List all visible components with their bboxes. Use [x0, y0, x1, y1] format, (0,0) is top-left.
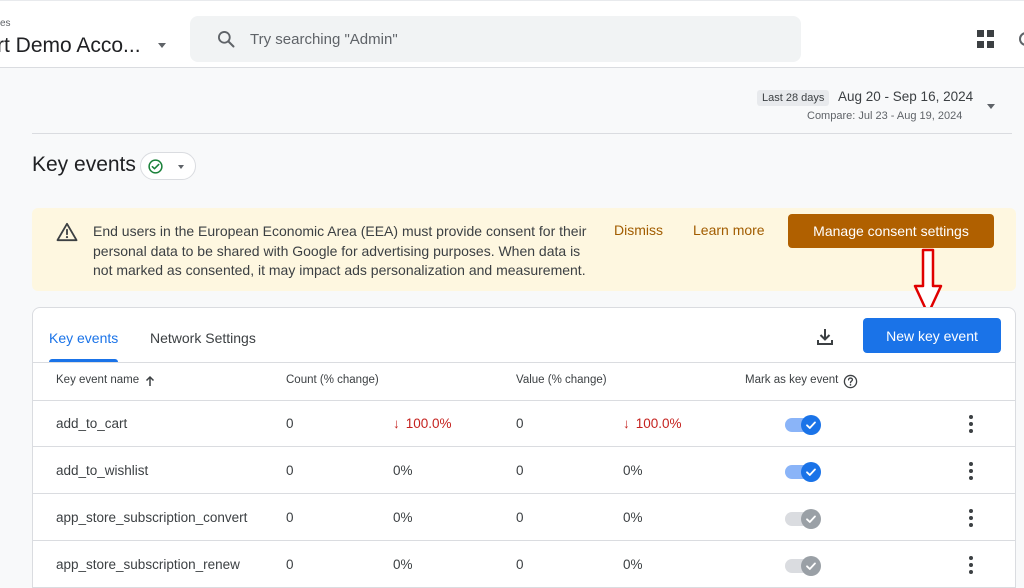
check-icon	[806, 515, 816, 523]
new-key-event-button[interactable]: New key event	[863, 318, 1001, 353]
check-icon	[806, 421, 816, 429]
count-value: 0	[286, 510, 294, 525]
search-icon	[218, 31, 235, 48]
manage-consent-button[interactable]: Manage consent settings	[788, 214, 994, 248]
column-header-name[interactable]: Key event name	[56, 374, 139, 386]
check-icon	[806, 562, 816, 570]
value-value: 0	[516, 416, 524, 431]
check-icon	[806, 468, 816, 476]
toggle-knob	[801, 509, 821, 529]
column-header-count[interactable]: Count (% change)	[286, 374, 379, 386]
count-value: 0	[286, 416, 294, 431]
value-change: 0%	[623, 463, 643, 478]
value-value: 0	[516, 463, 524, 478]
column-header-value[interactable]: Value (% change)	[516, 374, 607, 386]
arrow-down-icon: ↓	[393, 416, 400, 431]
more-vert-icon[interactable]	[969, 509, 973, 527]
status-chip[interactable]	[140, 152, 196, 180]
table-row[interactable]: add_to_wishlist 0 0% 0 0%	[33, 448, 1015, 494]
chevron-down-icon[interactable]	[158, 43, 166, 48]
mark-key-event-toggle[interactable]	[785, 556, 821, 576]
key-event-name: add_to_wishlist	[56, 463, 149, 478]
date-range-selector[interactable]: Aug 20 - Sep 16, 2024	[838, 89, 973, 104]
date-compare-text: Compare: Jul 23 - Aug 19, 2024	[807, 110, 963, 122]
table-row[interactable]: app_store_subscription_convert 0 0% 0 0%	[33, 495, 1015, 541]
toggle-knob	[801, 462, 821, 482]
tab-network-settings[interactable]: Network Settings	[150, 330, 256, 346]
mark-key-event-toggle[interactable]	[785, 415, 821, 435]
arrow-down-icon: ↓	[623, 416, 630, 431]
consent-banner: End users in the European Economic Area …	[32, 208, 1016, 291]
mark-key-event-toggle[interactable]	[785, 462, 821, 482]
more-vert-icon[interactable]	[969, 462, 973, 480]
toggle-knob	[801, 556, 821, 576]
count-change: ↓ 100.0%	[393, 416, 452, 431]
change-value: 0%	[623, 557, 643, 572]
help-icon[interactable]	[843, 374, 858, 389]
key-event-name: add_to_cart	[56, 416, 128, 431]
value-change: ↓ 100.0%	[623, 416, 682, 431]
chevron-down-icon	[178, 165, 184, 169]
change-value: 0%	[623, 463, 643, 478]
change-value: 0%	[393, 463, 413, 478]
learn-more-link[interactable]: Learn more	[693, 222, 765, 238]
account-property-label: es	[0, 18, 11, 29]
mark-key-event-toggle[interactable]	[785, 509, 821, 529]
download-icon[interactable]	[815, 327, 835, 347]
banner-message: End users in the European Economic Area …	[93, 223, 587, 278]
dismiss-link[interactable]: Dismiss	[614, 222, 663, 238]
top-bar: es rt Demo Acco...	[0, 0, 1024, 68]
key-event-name: app_store_subscription_convert	[56, 510, 248, 525]
tab-key-events[interactable]: Key events	[49, 330, 118, 346]
count-change: 0%	[393, 557, 413, 572]
search-input[interactable]	[250, 28, 770, 50]
column-header-mark: Mark as key event	[745, 374, 839, 386]
more-vert-icon[interactable]	[969, 556, 973, 574]
account-selector[interactable]: rt Demo Acco...	[0, 34, 141, 58]
page-title: Key events	[32, 153, 136, 176]
key-event-name: app_store_subscription_renew	[56, 557, 240, 572]
change-value: 0%	[393, 510, 413, 525]
date-preset-chip: Last 28 days	[757, 90, 830, 106]
change-value: 0%	[393, 557, 413, 572]
divider	[33, 362, 1015, 363]
check-circle-icon	[148, 159, 163, 174]
count-change: 0%	[393, 463, 413, 478]
chevron-down-icon[interactable]	[987, 104, 995, 109]
toggle-knob	[801, 415, 821, 435]
warning-icon	[56, 222, 78, 242]
count-change: 0%	[393, 510, 413, 525]
table-row[interactable]: add_to_cart 0 ↓ 100.0% 0 ↓ 100.0%	[33, 401, 1015, 447]
key-events-card: Key events Network Settings New key even…	[32, 307, 1016, 588]
change-value: 0%	[623, 510, 643, 525]
avatar[interactable]	[1019, 32, 1024, 46]
divider	[32, 133, 1012, 134]
table-row[interactable]: app_store_subscription_renew 0 0% 0 0%	[33, 542, 1015, 588]
change-value: 100.0%	[635, 416, 682, 431]
count-value: 0	[286, 557, 294, 572]
count-value: 0	[286, 463, 294, 478]
change-value: 100.0%	[405, 416, 452, 431]
value-change: 0%	[623, 557, 643, 572]
value-value: 0	[516, 510, 524, 525]
apps-grid-icon[interactable]	[977, 30, 995, 48]
value-change: 0%	[623, 510, 643, 525]
value-value: 0	[516, 557, 524, 572]
more-vert-icon[interactable]	[969, 415, 973, 433]
sort-arrow-up-icon[interactable]	[144, 375, 156, 387]
search-bar[interactable]	[190, 16, 801, 62]
